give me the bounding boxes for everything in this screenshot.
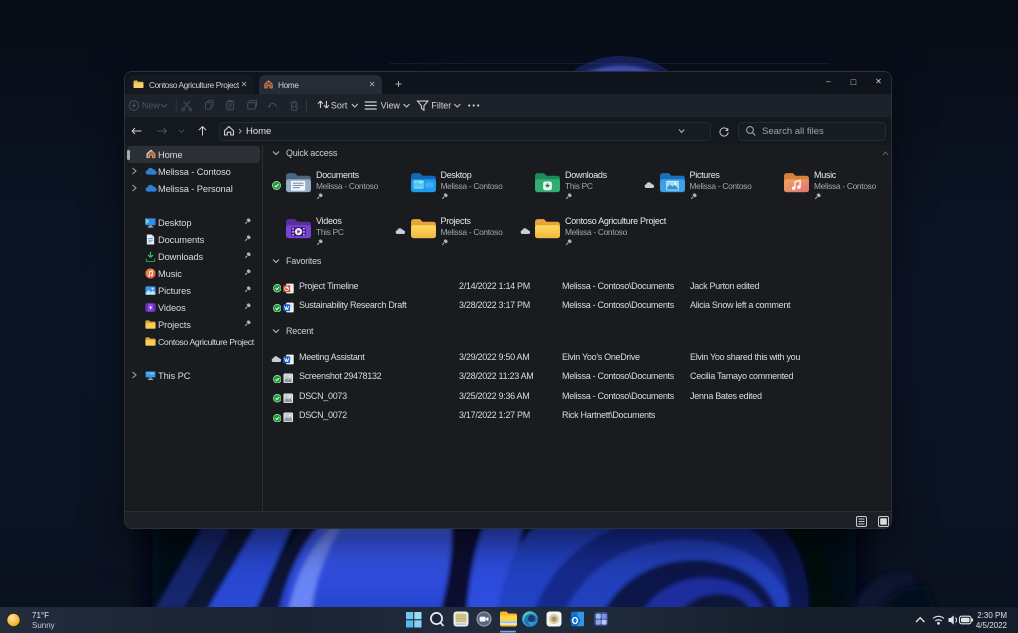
svg-text:View: View — [381, 100, 401, 110]
svg-text:New: New — [142, 100, 160, 110]
svg-text:Filter: Filter — [431, 100, 451, 110]
svg-text:Sort: Sort — [331, 100, 348, 110]
